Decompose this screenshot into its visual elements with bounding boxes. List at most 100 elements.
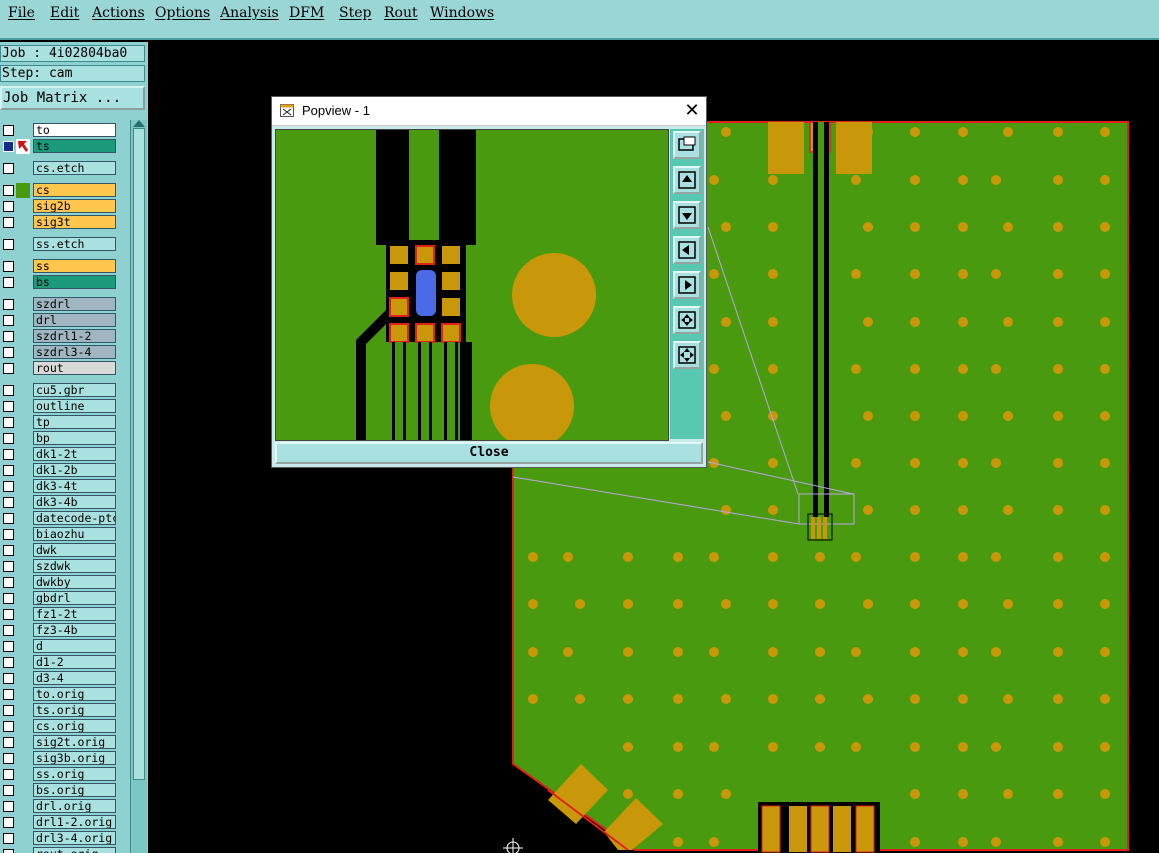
zoom-fit-button[interactable]: [673, 306, 701, 334]
layer-row[interactable]: drl3-4.orig: [0, 831, 120, 846]
layer-row[interactable]: cs.etch: [0, 161, 120, 176]
layer-checkbox[interactable]: [3, 705, 14, 716]
layer-row[interactable]: dk1-2t: [0, 447, 120, 462]
layer-checkbox[interactable]: [3, 201, 14, 212]
layer-row[interactable]: fz3-4b: [0, 623, 120, 638]
layer-checkbox[interactable]: [3, 385, 14, 396]
menu-actions[interactable]: Actions: [92, 5, 145, 21]
layer-row[interactable]: ts.orig: [0, 703, 120, 718]
layer-checkbox[interactable]: [3, 417, 14, 428]
layer-checkbox[interactable]: [3, 299, 14, 310]
layer-row[interactable]: dk1-2b: [0, 463, 120, 478]
layer-row[interactable]: bp: [0, 431, 120, 446]
layer-checkbox[interactable]: [3, 125, 14, 136]
move-down-button[interactable]: [673, 201, 701, 229]
layer-checkbox[interactable]: [3, 529, 14, 540]
menu-step[interactable]: Step: [339, 5, 371, 21]
layer-row[interactable]: cs: [0, 183, 120, 198]
layer-row[interactable]: ss: [0, 259, 120, 274]
layer-checkbox[interactable]: [3, 849, 14, 853]
layer-checkbox[interactable]: [3, 737, 14, 748]
layer-checkbox[interactable]: [3, 465, 14, 476]
layer-checkbox[interactable]: [3, 689, 14, 700]
move-up-button[interactable]: [673, 166, 701, 194]
layer-row[interactable]: szdrl1-2: [0, 329, 120, 344]
layer-row[interactable]: sig3b.orig: [0, 751, 120, 766]
menu-file[interactable]: File: [8, 5, 35, 21]
layer-row[interactable]: gbdrl: [0, 591, 120, 606]
popview-titlebar[interactable]: Popview - 1 ✕: [272, 97, 706, 126]
layer-checkbox[interactable]: [3, 657, 14, 668]
layer-row[interactable]: to: [0, 123, 120, 138]
move-left-button[interactable]: [673, 236, 701, 264]
layer-checkbox[interactable]: [3, 513, 14, 524]
layer-row[interactable]: fz1-2t: [0, 607, 120, 622]
layer-row[interactable]: ss.etch: [0, 237, 120, 252]
layer-row[interactable]: sig2b: [0, 199, 120, 214]
layer-checkbox[interactable]: [3, 163, 14, 174]
layer-checkbox[interactable]: [3, 331, 14, 342]
layer-row[interactable]: d: [0, 639, 120, 654]
layer-checkbox[interactable]: [3, 185, 14, 196]
layer-checkbox[interactable]: [3, 561, 14, 572]
layer-row[interactable]: to.orig: [0, 687, 120, 702]
layer-row[interactable]: bs.orig: [0, 783, 120, 798]
layer-scrollbar[interactable]: [130, 120, 147, 853]
layer-row[interactable]: bs: [0, 275, 120, 290]
layer-checkbox[interactable]: [3, 721, 14, 732]
layer-checkbox[interactable]: [3, 625, 14, 636]
menu-rout[interactable]: Rout: [384, 5, 418, 21]
popview-close-button[interactable]: Close: [275, 442, 703, 464]
layer-checkbox[interactable]: [3, 593, 14, 604]
menu-analysis[interactable]: Analysis: [220, 5, 279, 21]
layer-row[interactable]: ts: [0, 139, 120, 154]
menu-windows[interactable]: Windows: [430, 5, 494, 21]
layer-checkbox[interactable]: [3, 577, 14, 588]
layer-row[interactable]: tp: [0, 415, 120, 430]
layer-checkbox[interactable]: [3, 239, 14, 250]
layer-row[interactable]: biaozhu: [0, 527, 120, 542]
menu-options[interactable]: Options: [155, 5, 210, 21]
layer-checkbox[interactable]: [3, 315, 14, 326]
layer-checkbox[interactable]: [3, 261, 14, 272]
layer-checkbox[interactable]: [3, 481, 14, 492]
layer-row[interactable]: dwkby: [0, 575, 120, 590]
layer-row[interactable]: szdwk: [0, 559, 120, 574]
layer-checkbox[interactable]: [3, 817, 14, 828]
layer-row[interactable]: cs.orig: [0, 719, 120, 734]
layer-checkbox[interactable]: [3, 347, 14, 358]
layer-checkbox[interactable]: [3, 833, 14, 844]
layer-checkbox[interactable]: [3, 497, 14, 508]
layer-row[interactable]: drl1-2.orig: [0, 815, 120, 830]
layer-checkbox[interactable]: [3, 769, 14, 780]
layer-checkbox[interactable]: [3, 217, 14, 228]
zoom-window-button[interactable]: [673, 131, 701, 159]
layer-row[interactable]: cu5.gbr: [0, 383, 120, 398]
layer-row[interactable]: d3-4: [0, 671, 120, 686]
popview-zoom-view[interactable]: [275, 129, 669, 441]
layer-checkbox[interactable]: [3, 785, 14, 796]
layer-row[interactable]: rout: [0, 361, 120, 376]
menu-dfm[interactable]: DFM: [289, 5, 324, 21]
layer-checkbox[interactable]: [3, 801, 14, 812]
layer-row[interactable]: outline: [0, 399, 120, 414]
layer-row[interactable]: dwk: [0, 543, 120, 558]
scroll-up-arrow-icon[interactable]: [133, 120, 145, 127]
layer-checkbox[interactable]: [3, 609, 14, 620]
layer-row[interactable]: datecode-ptc: [0, 511, 120, 526]
move-right-button[interactable]: [673, 271, 701, 299]
layer-row[interactable]: sig3t: [0, 215, 120, 230]
layer-row[interactable]: szdrl3-4: [0, 345, 120, 360]
layer-checkbox[interactable]: [3, 363, 14, 374]
layer-checkbox[interactable]: [3, 433, 14, 444]
layer-row[interactable]: dk3-4t: [0, 479, 120, 494]
layer-checkbox[interactable]: [3, 449, 14, 460]
layer-checkbox[interactable]: [3, 545, 14, 556]
close-icon[interactable]: ✕: [682, 101, 702, 121]
layer-row[interactable]: sig2t.orig: [0, 735, 120, 750]
job-matrix-button[interactable]: Job Matrix ...: [0, 86, 145, 110]
layer-row[interactable]: drl: [0, 313, 120, 328]
menu-edit[interactable]: Edit: [50, 5, 79, 21]
scrollbar-thumb[interactable]: [133, 128, 145, 780]
layer-checkbox[interactable]: [3, 753, 14, 764]
